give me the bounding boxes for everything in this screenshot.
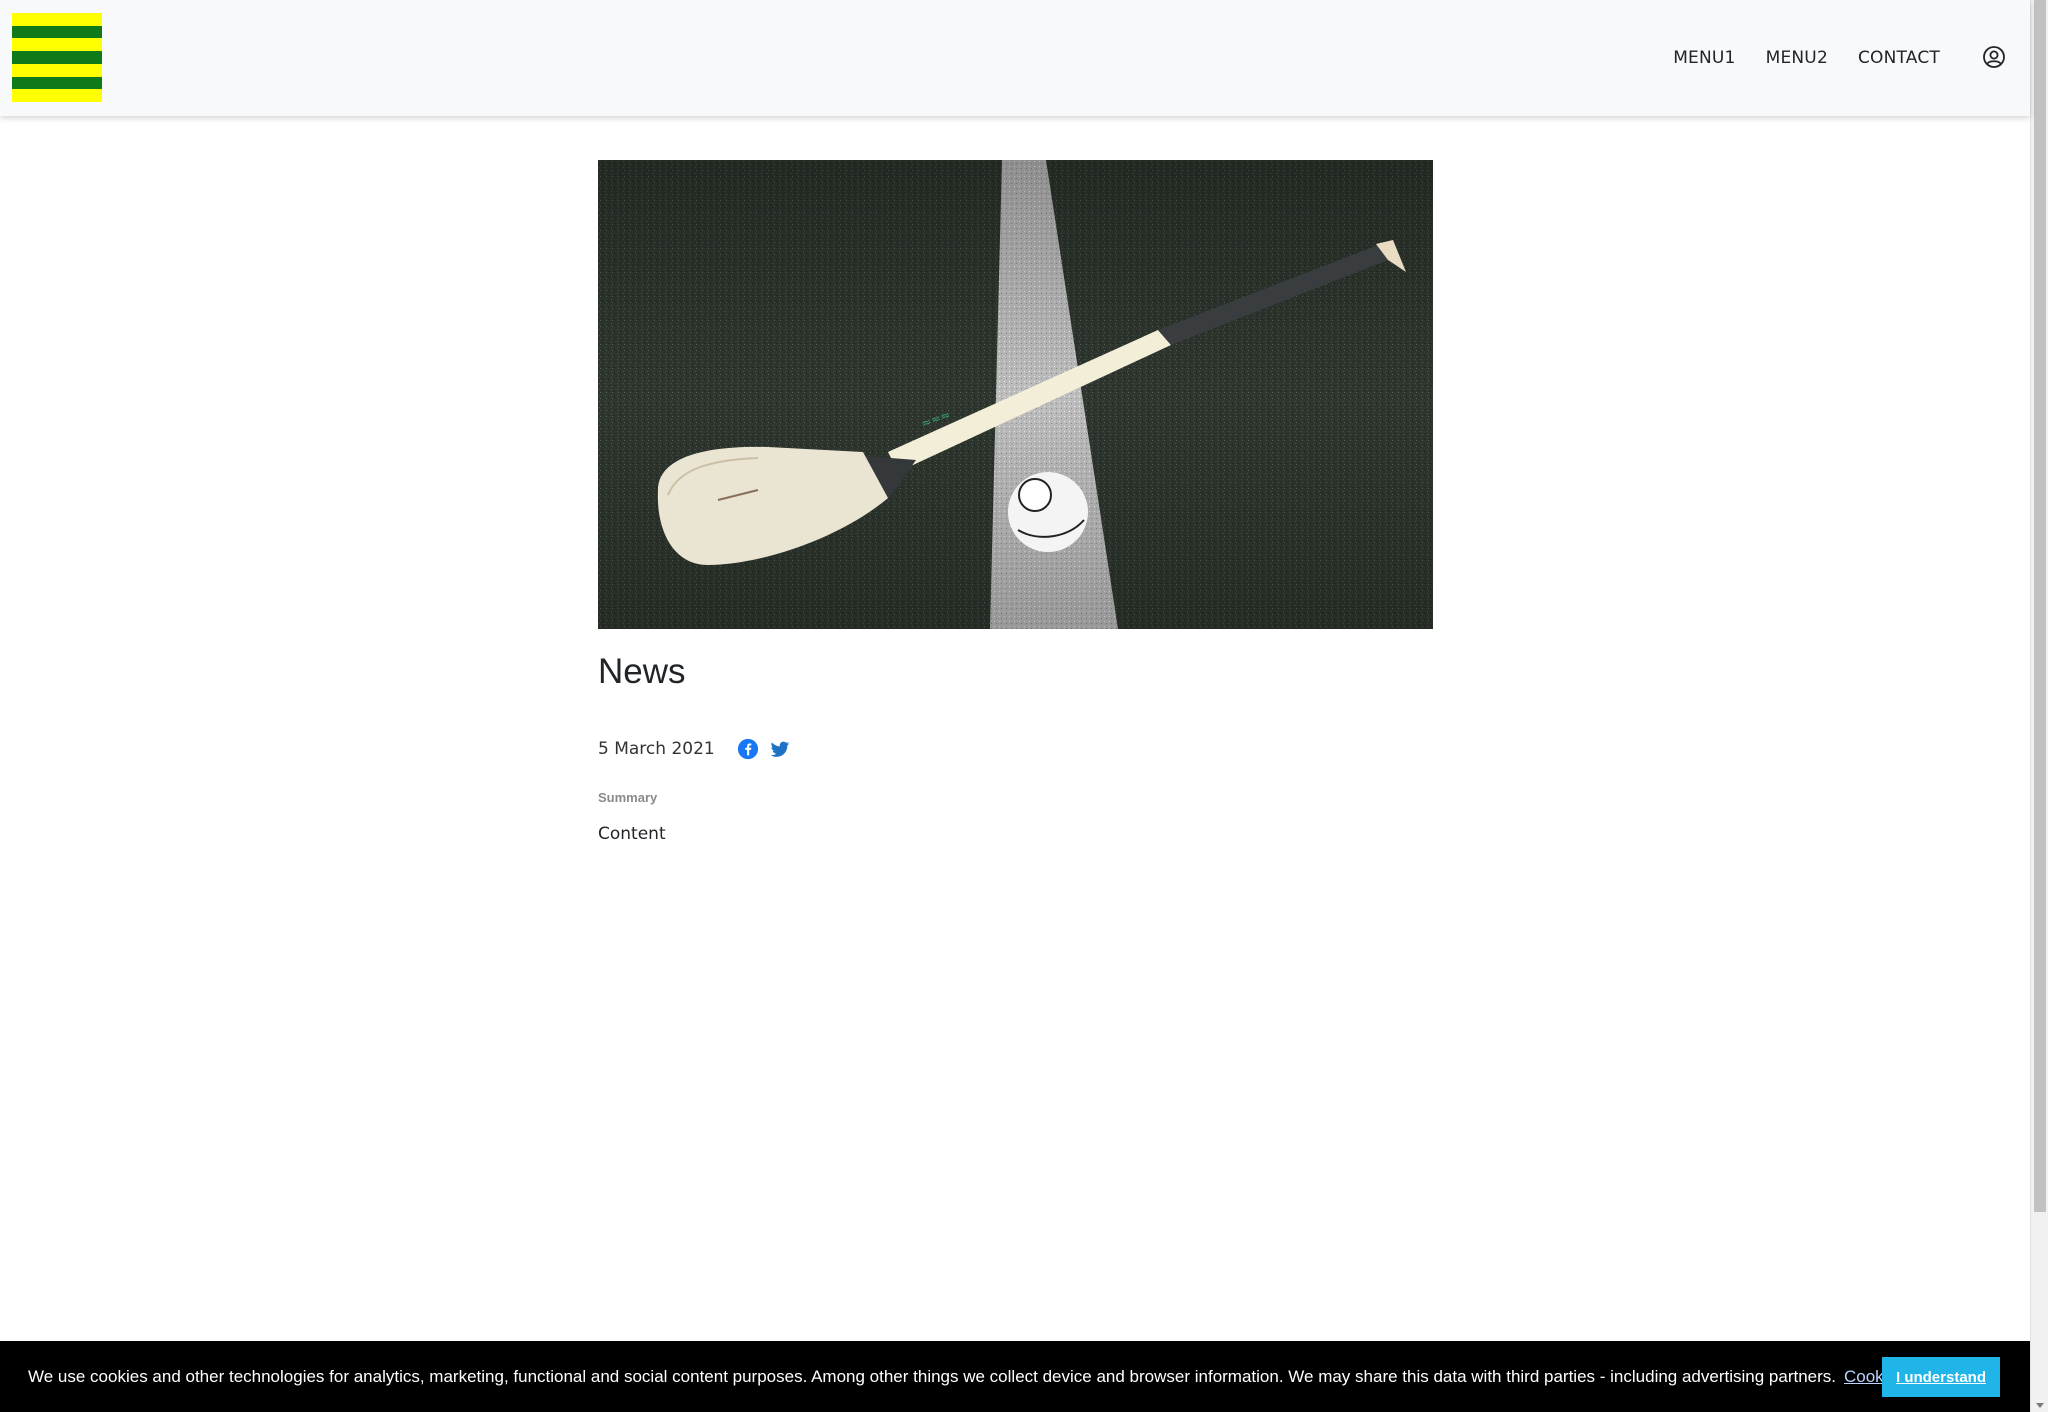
facebook-icon[interactable] xyxy=(737,738,759,760)
user-circle-icon[interactable] xyxy=(1982,45,2006,69)
page-scrollbar[interactable] xyxy=(2030,0,2048,1412)
site-header: MENU1 MENU2 CONTACT xyxy=(0,0,2030,116)
nav-menu1[interactable]: MENU1 xyxy=(1673,48,1735,68)
summary-label: Summary xyxy=(598,790,658,805)
article-content: Content xyxy=(598,824,666,844)
cookie-accept-button[interactable]: I understand xyxy=(1881,1357,2000,1397)
article-hero-image: ≈≈≈ xyxy=(598,160,1433,629)
article-title: News xyxy=(598,652,686,691)
scrollbar-thumb[interactable] xyxy=(2034,0,2046,1212)
nav-menu2[interactable]: MENU2 xyxy=(1766,48,1828,68)
article-meta: 5 March 2021 xyxy=(598,736,801,762)
hurley-and-sliotar-photo: ≈≈≈ xyxy=(598,160,1433,629)
nav-contact[interactable]: CONTACT xyxy=(1858,48,1940,68)
cookie-message: We use cookies and other technologies fo… xyxy=(28,1366,1836,1386)
cookie-consent-bar: We use cookies and other technologies fo… xyxy=(0,1341,2030,1412)
twitter-icon[interactable] xyxy=(769,738,791,760)
main-nav: MENU1 MENU2 CONTACT xyxy=(1643,0,1940,116)
article-date: 5 March 2021 xyxy=(598,739,715,759)
scroll-down-arrow-icon[interactable] xyxy=(2036,1403,2044,1408)
club-logo[interactable] xyxy=(12,13,102,103)
